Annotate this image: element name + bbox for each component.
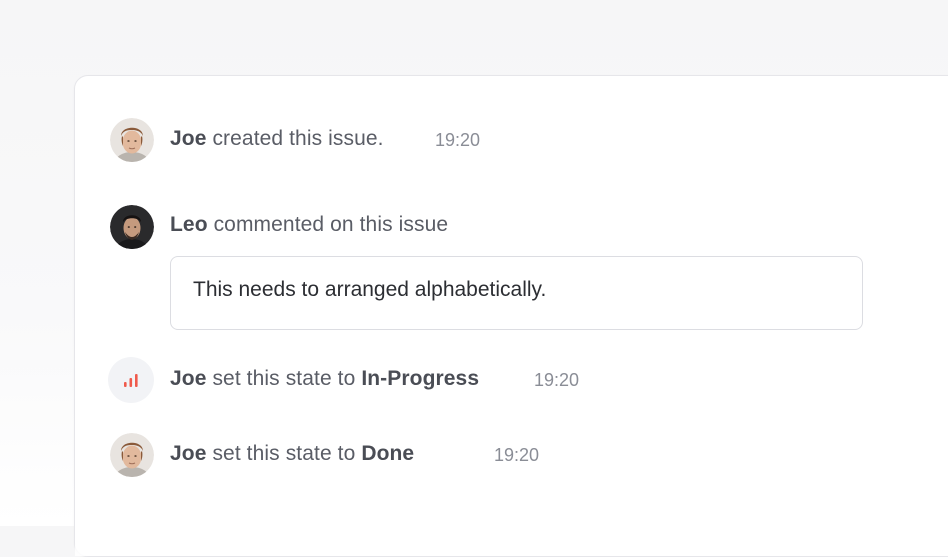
state-value: In-Progress: [361, 367, 480, 390]
activity-state-text: Joe set this state to Done: [170, 442, 414, 466]
user-name[interactable]: Joe: [170, 367, 207, 390]
activity-description: set this state to: [212, 367, 356, 390]
activity-state-text: Joe set this state to In-Progress: [170, 367, 479, 391]
activity-description: set this state to: [212, 442, 356, 465]
activity-created-text: Joe created this issue.: [170, 127, 384, 151]
joe-avatar[interactable]: [110, 433, 154, 477]
comment-body: This needs to arranged alphabetically.: [193, 278, 547, 301]
leo-avatar[interactable]: [110, 205, 154, 249]
activity-description: created this issue.: [212, 127, 384, 150]
activity-description: commented on this issue: [213, 213, 449, 236]
activity-comment-text: Leo commented on this issue: [170, 213, 448, 237]
comment-box[interactable]: This needs to arranged alphabetically.: [170, 256, 863, 330]
state-value: Done: [361, 442, 415, 465]
bottom-fade: [75, 486, 948, 556]
timestamp: 19:20: [534, 370, 580, 390]
signal-bars-icon: [108, 357, 154, 403]
timestamp: 19:20: [435, 130, 481, 150]
timestamp: 19:20: [494, 445, 540, 465]
user-name[interactable]: Joe: [170, 442, 207, 465]
joe-avatar[interactable]: [110, 118, 154, 162]
user-name[interactable]: Leo: [170, 213, 208, 236]
user-name[interactable]: Joe: [170, 127, 207, 150]
